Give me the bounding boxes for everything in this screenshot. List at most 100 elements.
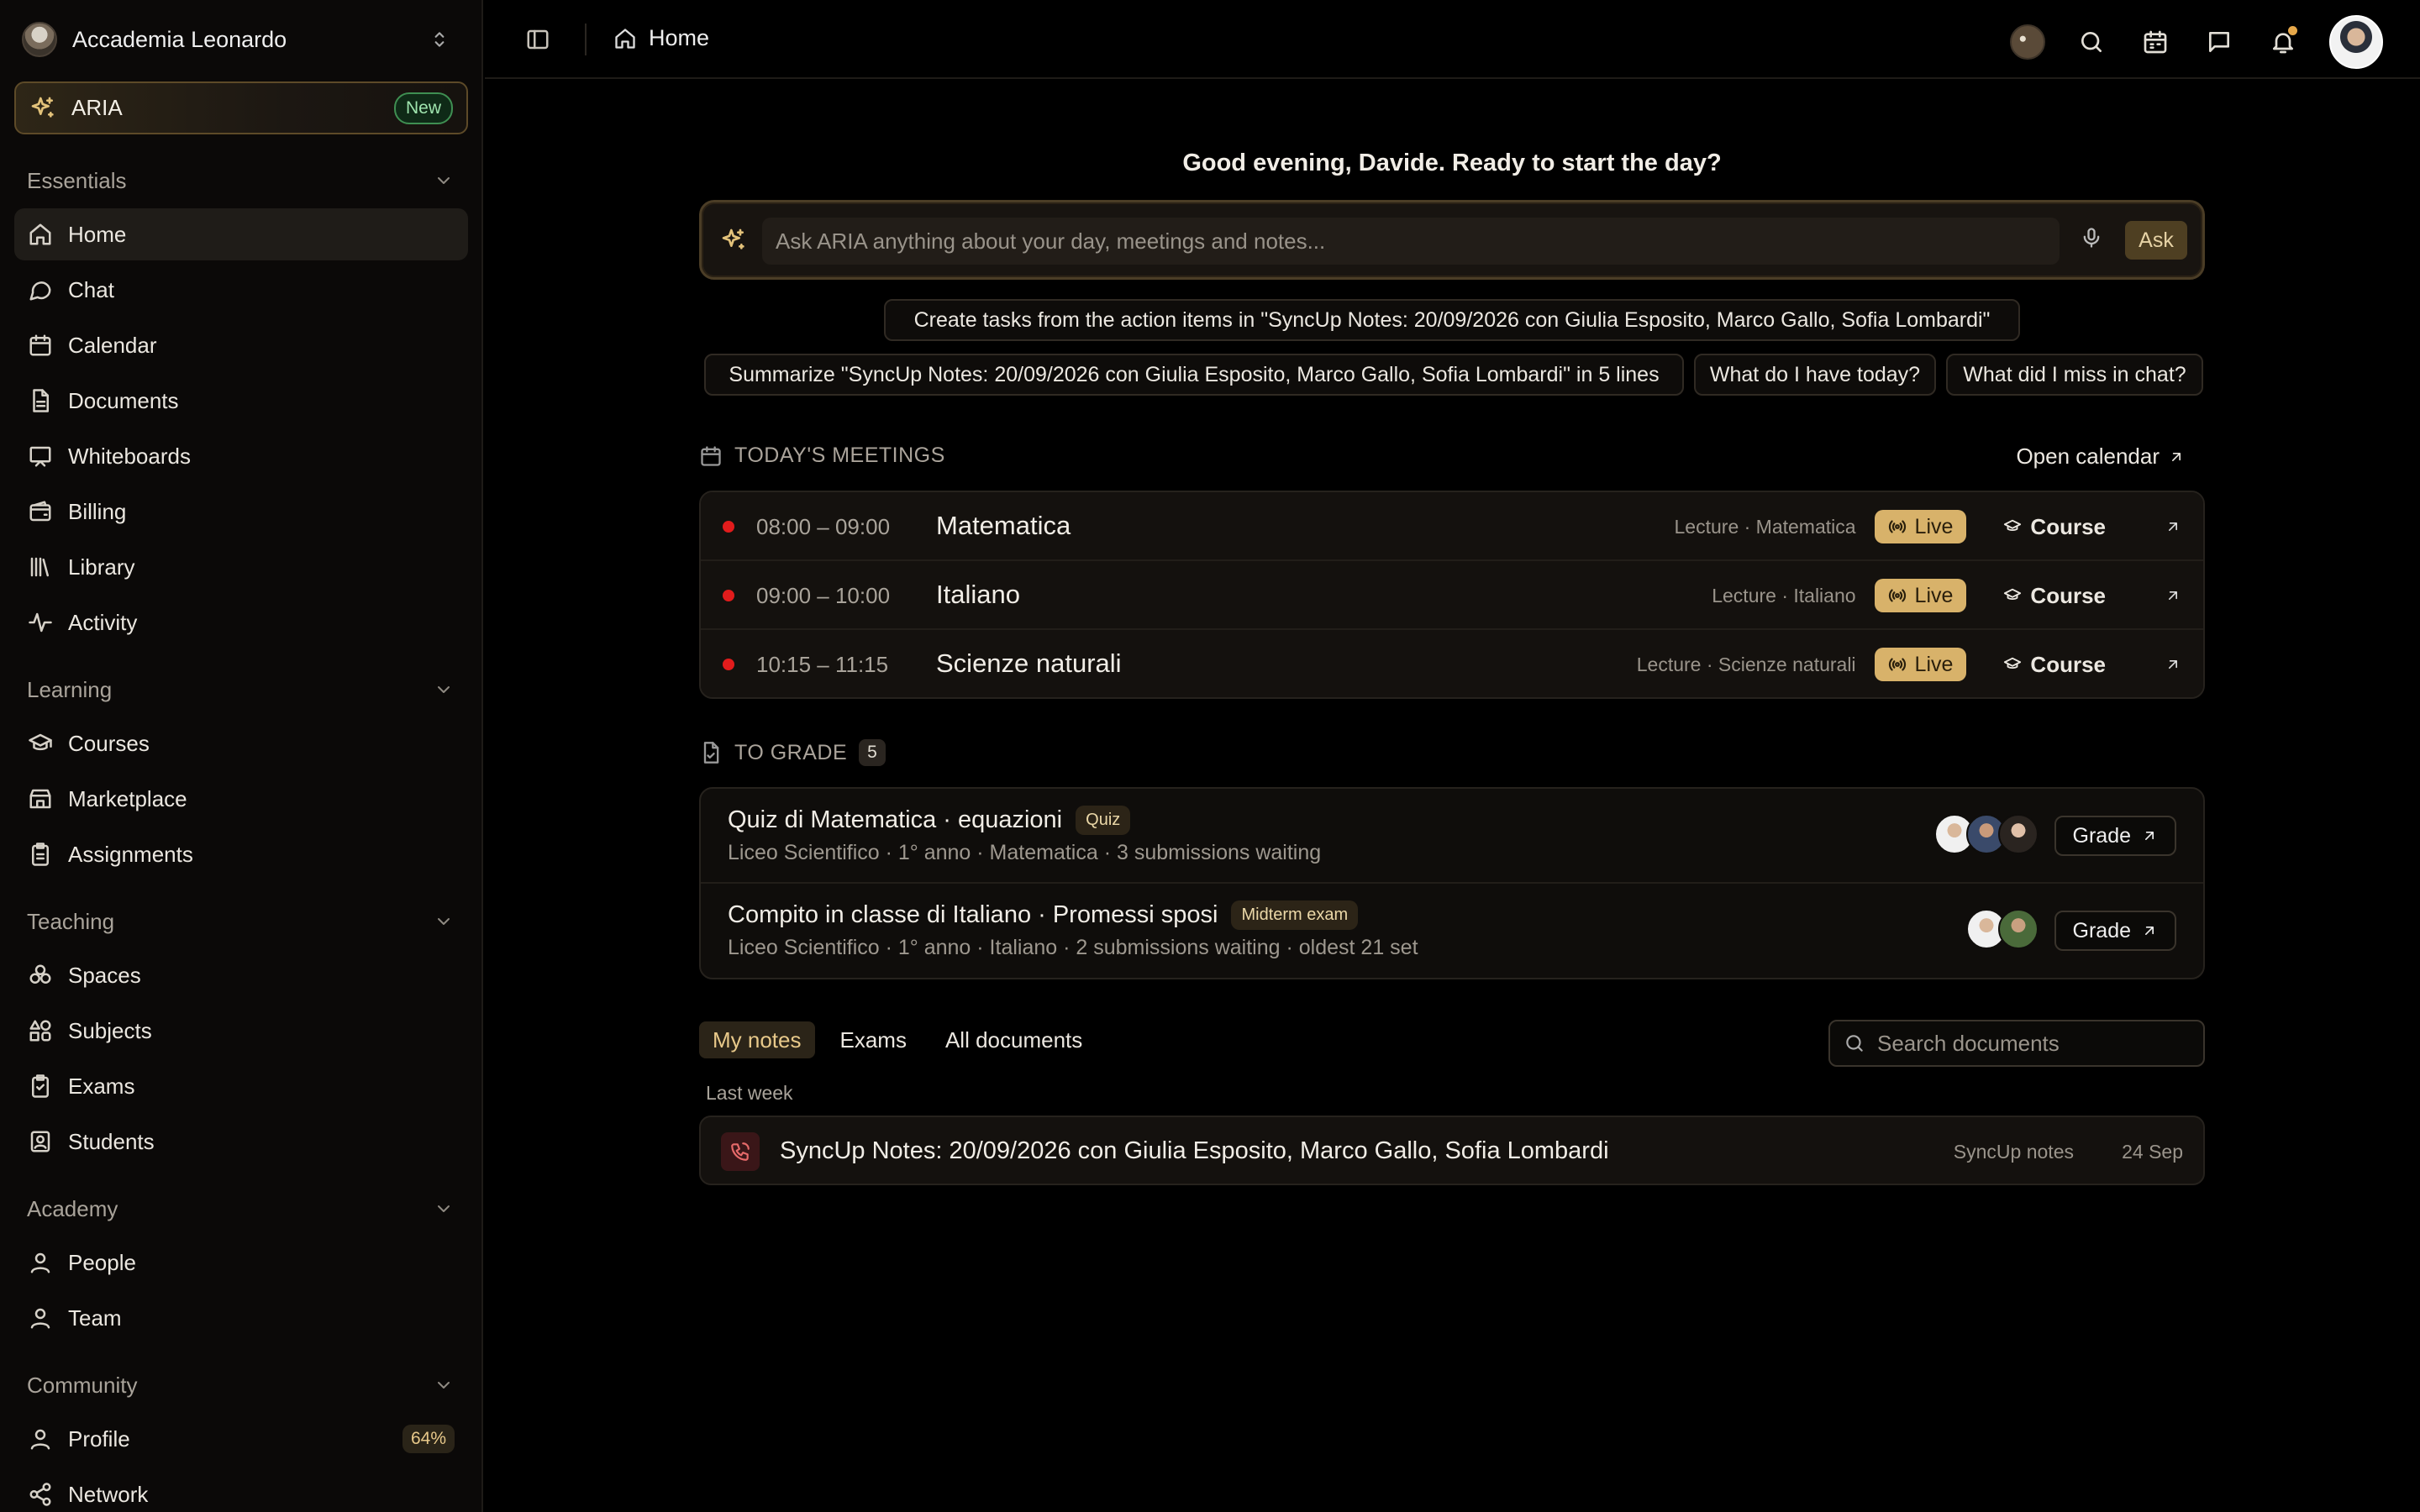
wallet-icon (29, 501, 51, 522)
arrow-up-right-icon (2145, 832, 2154, 840)
document-row[interactable]: SyncUp Notes: 20/09/2026 con Giulia Espo… (699, 1116, 2205, 1185)
open-calendar-link[interactable]: Open calendar (2016, 444, 2185, 470)
sidebar-toggle-button[interactable] (525, 27, 550, 52)
aria-button[interactable]: ARIA New (14, 81, 468, 134)
broadcast-icon (1888, 658, 1906, 671)
live-badge[interactable]: Live (1874, 579, 1967, 612)
sidebar-item-library[interactable]: Library (14, 541, 468, 593)
grade-row[interactable]: Compito in classe di Italiano · Promessi… (701, 884, 2203, 978)
sidebar-item-assignments[interactable]: Assignments (14, 828, 468, 880)
sidebar-item-marketplace[interactable]: Marketplace (14, 773, 468, 825)
section-academy[interactable]: Academy (27, 1192, 454, 1226)
messages-button[interactable] (2202, 24, 2237, 60)
to-grade-label: TO GRADE (734, 740, 848, 764)
profile-completion-badge: 64% (402, 1425, 455, 1453)
ask-input[interactable] (762, 218, 2060, 265)
grade-title-line: Quiz di Matematica · equazioni Quiz (728, 806, 1131, 835)
search-documents-input[interactable] (1877, 1026, 2196, 1060)
avatar (1998, 909, 2039, 949)
suggestion-chip[interactable]: What did I miss in chat? (1946, 354, 2203, 396)
suggestion-chip[interactable]: Summarize "SyncUp Notes: 20/09/2026 con … (704, 354, 1684, 396)
course-link[interactable]: Course (2003, 652, 2106, 678)
clipboard-icon (32, 843, 49, 866)
to-grade-heading: TO GRADE 5 (699, 739, 886, 766)
sidebar-item-label: Whiteboards (68, 443, 191, 469)
meeting-row[interactable]: 09:00 – 10:00 Italiano Lecture · Italian… (701, 561, 2203, 630)
sidebar-item-label: Documents (68, 387, 179, 413)
sidebar-item-people[interactable]: People (14, 1236, 468, 1289)
sidebar-item-network[interactable]: Network (14, 1468, 468, 1512)
breadcrumb-label: Home (649, 25, 710, 50)
section-teaching[interactable]: Teaching (27, 905, 454, 938)
course-link[interactable]: Course (2003, 583, 2106, 609)
grade-row[interactable]: Quiz di Matematica · equazioni Quiz Lice… (701, 789, 2203, 884)
meeting-row[interactable]: 10:15 – 11:15 Scienze naturali Lecture ·… (701, 630, 2203, 697)
suggestion-chip[interactable]: What do I have today? (1694, 354, 1936, 396)
mascot-avatar[interactable] (2010, 24, 2045, 60)
sidebar-panel-icon (527, 29, 549, 50)
sidebar-item-exams[interactable]: Exams (14, 1060, 468, 1112)
live-badge[interactable]: Live (1874, 648, 1967, 681)
tab-all-documents[interactable]: All documents (932, 1021, 1096, 1058)
sidebar-item-subjects[interactable]: Subjects (14, 1005, 468, 1057)
arrow-up-right-icon (2169, 522, 2177, 531)
share-nodes-icon (29, 1483, 51, 1506)
sidebar-item-label: Team (68, 1305, 122, 1331)
arrow-up-right-icon (2169, 660, 2177, 669)
sidebar-item-spaces[interactable]: Spaces (14, 949, 468, 1001)
grade-subtitle: Liceo Scientifico · 1° anno · Matematica… (728, 841, 1322, 864)
meeting-title: Italiano (936, 580, 1020, 609)
open-meeting-button[interactable] (2165, 587, 2181, 604)
sidebar-item-billing[interactable]: Billing (14, 486, 468, 538)
breadcrumb[interactable]: Home (613, 25, 709, 51)
grade-button[interactable]: Grade (2054, 816, 2176, 856)
search-button[interactable] (2074, 24, 2109, 60)
document-tabs: My notes Exams All documents (699, 1021, 1096, 1058)
whiteboard-icon (29, 446, 51, 467)
section-community[interactable]: Community (27, 1368, 454, 1402)
sidebar-item-calendar[interactable]: Calendar (14, 319, 468, 371)
notifications-button[interactable] (2265, 24, 2301, 60)
section-essentials[interactable]: Essentials (27, 164, 454, 197)
sidebar-item-activity[interactable]: Activity (14, 596, 468, 648)
sidebar-item-team[interactable]: Team (14, 1292, 468, 1344)
live-badge[interactable]: Live (1874, 510, 1967, 543)
graduation-cap-icon (2004, 588, 2022, 601)
course-label: Course (2030, 582, 2106, 608)
sidebar-item-students[interactable]: Students (14, 1116, 468, 1168)
section-learning[interactable]: Learning (27, 673, 454, 706)
meeting-row[interactable]: 08:00 – 09:00 Matematica Lecture · Matem… (701, 492, 2203, 561)
calendar-icon (29, 334, 51, 356)
suggestion-chip[interactable]: Create tasks from the action items in "S… (884, 299, 2020, 341)
sidebar-item-chat[interactable]: Chat (14, 264, 468, 316)
sidebar-item-whiteboards[interactable]: Whiteboards (14, 430, 468, 482)
sidebar-item-home[interactable]: Home (14, 208, 468, 260)
meetings-heading-label: TODAY'S MEETINGS (734, 444, 945, 467)
sidebar-item-courses[interactable]: Courses (14, 717, 468, 769)
library-icon (30, 557, 49, 577)
grade-button[interactable]: Grade (2054, 911, 2176, 951)
course-label: Course (2030, 651, 2106, 677)
meeting-time: 09:00 – 10:00 (756, 583, 891, 608)
sidebar-item-label: Network (68, 1481, 149, 1507)
ask-aria-box: Ask (699, 200, 2205, 280)
calendar-button[interactable] (2138, 24, 2173, 60)
grade-button-label: Grade (2072, 823, 2131, 848)
user-avatar[interactable] (2329, 15, 2383, 69)
document-title: SyncUp Notes: 20/09/2026 con Giulia Espo… (780, 1137, 1609, 1164)
open-meeting-button[interactable] (2165, 656, 2181, 673)
tab-my-notes[interactable]: My notes (699, 1021, 815, 1058)
course-link[interactable]: Course (2003, 514, 2106, 540)
sidebar-item-label: Chat (68, 276, 114, 302)
sparkles-icon (722, 228, 744, 249)
meetings-heading: TODAY'S MEETINGS (699, 444, 945, 468)
tab-exams[interactable]: Exams (827, 1021, 920, 1058)
sidebar-item-profile[interactable]: Profile 64% (14, 1413, 468, 1465)
microphone-button[interactable] (2080, 226, 2103, 249)
ask-button[interactable]: Ask (2125, 221, 2187, 260)
doc-type-badge (721, 1132, 760, 1171)
sidebar-item-documents[interactable]: Documents (14, 375, 468, 427)
workspace-switcher[interactable]: Accademia Leonardo (22, 21, 450, 58)
spaces-icon (29, 964, 51, 984)
open-meeting-button[interactable] (2165, 518, 2181, 535)
